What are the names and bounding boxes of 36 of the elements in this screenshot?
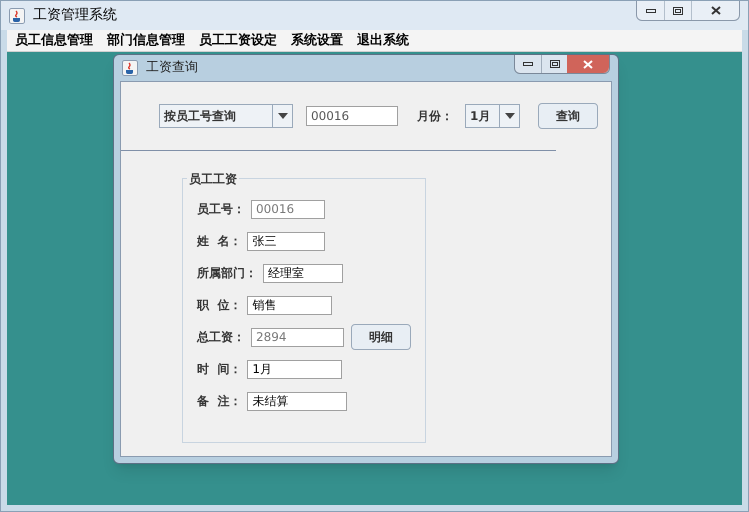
maximize-icon [673, 6, 683, 14]
field-input[interactable]: 1月 [247, 360, 342, 378]
employee-id-input[interactable]: 00016 [306, 106, 398, 126]
field-label: 姓 名： [197, 233, 242, 250]
month-label: 月份： [417, 108, 453, 125]
maximize-icon [550, 60, 560, 68]
field-input[interactable]: 经理室 [263, 264, 343, 282]
window-title: 工资管理系统 [33, 6, 117, 25]
close-icon [710, 6, 720, 15]
field-label: 员工号： [197, 201, 245, 218]
field-label: 职 位： [197, 297, 242, 314]
menu-item[interactable]: 员工工资设定 [199, 30, 277, 50]
close-icon [583, 60, 593, 68]
query-mode-dropdown[interactable]: 按员工号查询 [159, 104, 293, 128]
month-dropdown[interactable]: 1月 [465, 104, 520, 128]
dialog-title: 工资查询 [146, 59, 198, 78]
field-input[interactable]: 销售 [247, 296, 332, 314]
field-label: 备 注： [197, 393, 242, 410]
caret-icon [278, 113, 288, 119]
query-button[interactable]: 查询 [538, 103, 598, 129]
coffee-cup-icon [9, 8, 25, 24]
coffee-cup-icon [122, 60, 138, 76]
field-input[interactable]: 张三 [247, 232, 326, 250]
menu-item[interactable]: 退出系统 [357, 30, 409, 50]
minimize-icon [646, 8, 656, 12]
detail-button[interactable]: 明细 [351, 324, 411, 350]
field-input[interactable]: 未结算 [247, 392, 348, 410]
group-title: 员工工资 [187, 170, 239, 188]
menu-item[interactable]: 部门信息管理 [107, 30, 185, 50]
minimize-icon [523, 62, 533, 66]
menu-item[interactable]: 系统设置 [291, 30, 343, 50]
caret-icon [504, 113, 514, 119]
field-label: 总工资： [197, 329, 245, 346]
field-label: 所属部门： [197, 265, 257, 282]
field-label: 时 间： [197, 361, 242, 378]
menu-item[interactable]: 员工信息管理 [15, 30, 93, 50]
